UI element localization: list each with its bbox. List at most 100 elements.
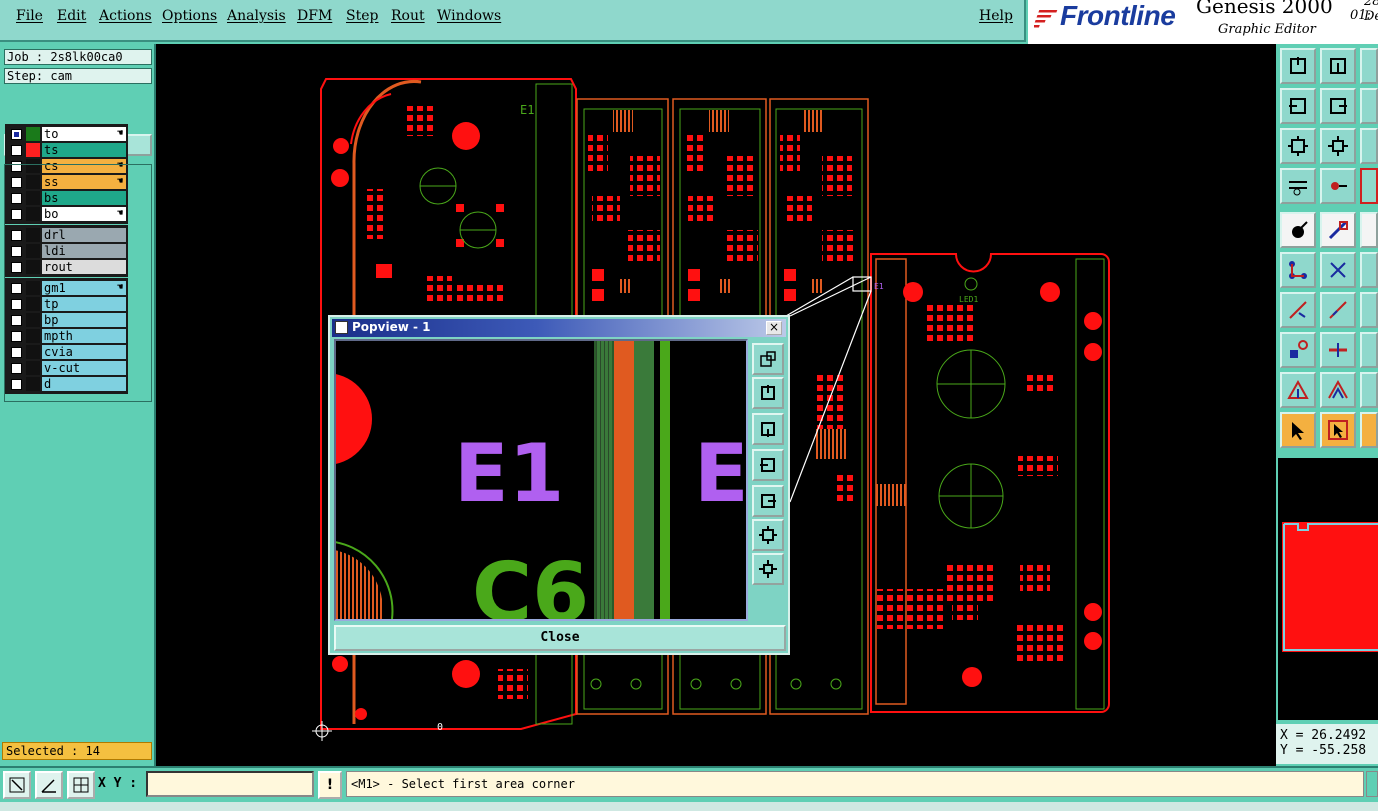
slash-icon[interactable]: [1320, 292, 1356, 328]
zoom-in-icon[interactable]: [1280, 48, 1316, 84]
layer-color-swatch[interactable]: [26, 329, 40, 343]
move-icon[interactable]: [1360, 252, 1378, 288]
menu-windows[interactable]: Windows: [437, 8, 501, 24]
fit-icon[interactable]: [1280, 128, 1316, 164]
measure-angle-icon[interactable]: [35, 771, 63, 799]
layer-row-ts[interactable]: ts: [7, 142, 126, 158]
popview-center-icon[interactable]: [752, 553, 784, 585]
layer-checkbox[interactable]: [11, 160, 22, 172]
layer-name[interactable]: ts: [42, 143, 126, 157]
layer-row-bp[interactable]: bp: [7, 312, 126, 328]
split-icon[interactable]: [1320, 332, 1356, 368]
layer-checkbox[interactable]: [11, 192, 22, 204]
settings-icon[interactable]: [1280, 168, 1316, 204]
layer-name[interactable]: bs: [42, 191, 126, 205]
layer-row-drl[interactable]: drl: [7, 227, 126, 243]
layer-checkbox[interactable]: [11, 176, 22, 188]
exclamation-icon[interactable]: !: [318, 771, 342, 799]
popview-titlebar[interactable]: Popview - 1 ×: [332, 319, 786, 337]
layer-color-swatch[interactable]: [26, 313, 40, 327]
join-icon[interactable]: [1360, 332, 1378, 368]
scale-icon[interactable]: [1360, 128, 1378, 164]
layer-name[interactable]: drl: [42, 228, 126, 242]
layer-row-rout[interactable]: rout: [7, 259, 126, 275]
layer-checkbox[interactable]: [11, 314, 22, 326]
layer-name[interactable]: cs ☚: [42, 159, 126, 173]
layer-name[interactable]: to ☚: [42, 127, 126, 141]
window-prev-icon[interactable]: [1280, 88, 1316, 124]
layer-row-to[interactable]: to ☚: [7, 126, 126, 142]
layer-name[interactable]: v-cut: [42, 361, 126, 375]
menu-options[interactable]: Options: [162, 8, 217, 24]
popview-fit-icon[interactable]: [752, 519, 784, 551]
layer-color-swatch[interactable]: [26, 361, 40, 375]
popview-right-icon[interactable]: [752, 485, 784, 517]
select-shape-icon[interactable]: [1360, 412, 1378, 448]
add-line-icon[interactable]: [1320, 212, 1356, 248]
layer-color-swatch[interactable]: [26, 159, 40, 173]
menu-file[interactable]: File: [16, 8, 43, 24]
menu-actions[interactable]: Actions: [99, 8, 152, 24]
layer-name[interactable]: tp: [42, 297, 126, 311]
layer-checkbox[interactable]: [11, 378, 22, 390]
select-box-icon[interactable]: [1320, 412, 1356, 448]
layer-checkbox[interactable]: [11, 298, 22, 310]
undo-icon[interactable]: [1360, 88, 1378, 124]
add-via-icon[interactable]: [1280, 332, 1316, 368]
window-next-icon[interactable]: [1320, 88, 1356, 124]
layer-color-swatch[interactable]: [26, 281, 40, 295]
add-pad-icon[interactable]: [1280, 212, 1316, 248]
layer-color-swatch[interactable]: [26, 191, 40, 205]
triangle-icon[interactable]: [1280, 372, 1316, 408]
layer-row-cs[interactable]: cs ☚: [7, 158, 126, 174]
cursor-icon[interactable]: [1280, 412, 1316, 448]
layer-row-mpth[interactable]: mpth: [7, 328, 126, 344]
layer-name[interactable]: cvia: [42, 345, 126, 359]
layer-row-ldi[interactable]: ldi: [7, 243, 126, 259]
layer-checkbox[interactable]: [11, 261, 22, 273]
layer-color-swatch[interactable]: [26, 143, 40, 157]
measure-icon[interactable]: [1360, 168, 1378, 204]
arrow-up-icon[interactable]: [1360, 292, 1378, 328]
layer-checkbox[interactable]: [11, 330, 22, 342]
layer-row-tp[interactable]: tp: [7, 296, 126, 312]
zoom-out-icon[interactable]: [1320, 48, 1356, 84]
layer-color-swatch[interactable]: [26, 297, 40, 311]
menu-dfm[interactable]: DFM: [297, 8, 332, 24]
layer-color-swatch[interactable]: [26, 260, 40, 274]
overview-map[interactable]: [1278, 458, 1378, 720]
layer-row-cvia[interactable]: cvia: [7, 344, 126, 360]
popview-down-icon[interactable]: [752, 413, 784, 445]
layer-checkbox[interactable]: [11, 128, 22, 140]
layer-row-bs[interactable]: bs: [7, 190, 126, 206]
menu-rout[interactable]: Rout: [391, 8, 425, 24]
shape-icon[interactable]: [1360, 372, 1378, 408]
menu-step[interactable]: Step: [346, 8, 378, 24]
layer-name[interactable]: bp: [42, 313, 126, 327]
layer-checkbox[interactable]: [11, 229, 22, 241]
layer-name[interactable]: rout: [42, 260, 126, 274]
layer-row-d[interactable]: d: [7, 376, 126, 392]
layer-name[interactable]: ldi: [42, 244, 126, 258]
zoom-window-icon[interactable]: [3, 771, 31, 799]
layer-checkbox[interactable]: [11, 245, 22, 257]
menu-help[interactable]: Help: [979, 8, 1013, 24]
layer-checkbox[interactable]: [11, 346, 22, 358]
menu-edit[interactable]: Edit: [57, 8, 86, 24]
popview-left-icon[interactable]: [752, 449, 784, 481]
layer-color-swatch[interactable]: [26, 228, 40, 242]
layer-name[interactable]: mpth: [42, 329, 126, 343]
layer-color-swatch[interactable]: [26, 207, 40, 221]
net-icon[interactable]: [1280, 252, 1316, 288]
layer-row-v-cut[interactable]: v-cut: [7, 360, 126, 376]
status-end-button[interactable]: [1366, 771, 1378, 797]
menu-analysis[interactable]: Analysis: [227, 8, 286, 24]
layer-checkbox[interactable]: [11, 362, 22, 374]
snap-icon[interactable]: [1320, 168, 1356, 204]
popview-close-button[interactable]: Close: [334, 625, 786, 651]
layer-row-ss[interactable]: ss ☚: [7, 174, 126, 190]
grid-icon[interactable]: [67, 771, 95, 799]
layer-color-swatch[interactable]: [26, 345, 40, 359]
layer-checkbox[interactable]: [11, 208, 22, 220]
layer-color-swatch[interactable]: [26, 244, 40, 258]
